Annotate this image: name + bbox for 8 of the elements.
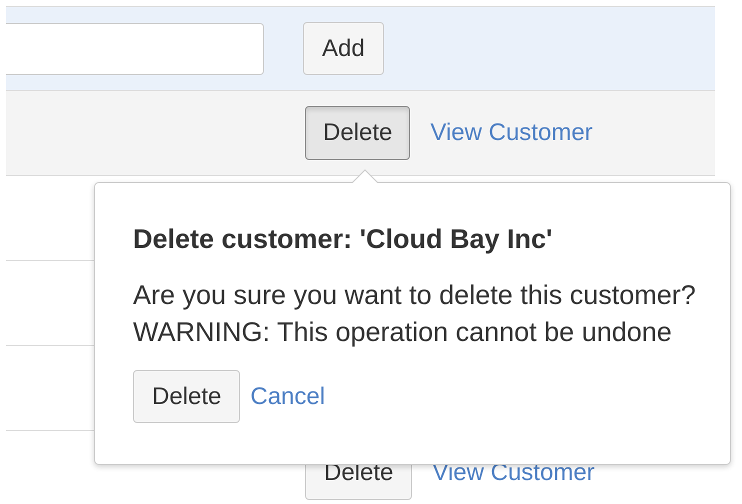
- confirm-delete-button[interactable]: Delete: [133, 370, 240, 423]
- delete-button[interactable]: Delete: [305, 106, 410, 160]
- customer-name-field[interactable]: [6, 22, 264, 74]
- view-customer-link[interactable]: View Customer: [430, 119, 593, 147]
- add-button[interactable]: Add: [303, 22, 384, 75]
- cancel-link[interactable]: Cancel: [250, 382, 326, 410]
- popover-title: Delete customer: 'Cloud Bay Inc': [133, 224, 554, 254]
- popover-message: Are you sure you want to delete this customer? WARNING: This operation cannot be undone: [133, 279, 697, 349]
